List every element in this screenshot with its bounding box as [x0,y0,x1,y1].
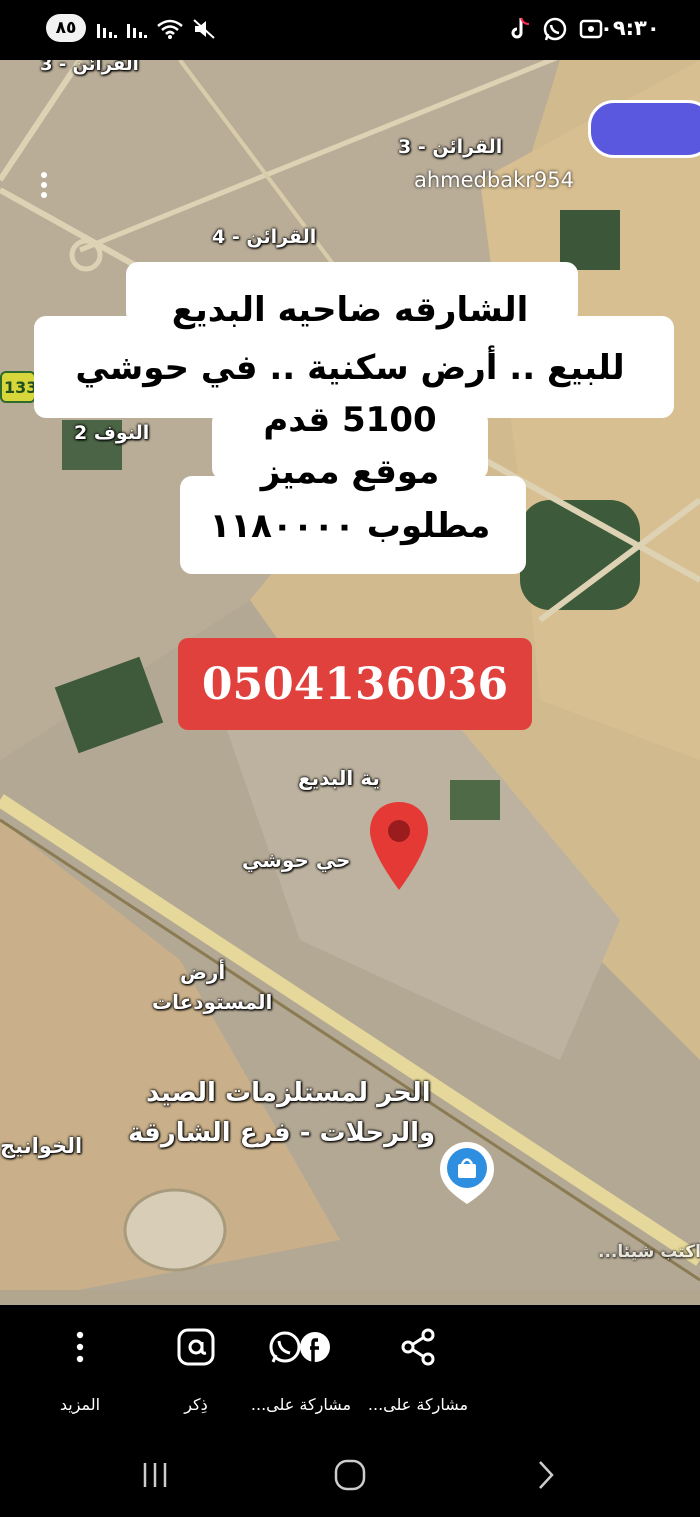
recent-apps-icon [143,1463,167,1487]
location-pin-icon [370,802,428,890]
shopping-bag-pin-icon [440,1142,494,1204]
share-label: مشاركة على... [367,1395,469,1414]
status-icons-left [96,14,216,44]
whatsapp-icon [543,17,567,41]
whatsapp-facebook-icon [269,1331,330,1363]
headline-line-1: الشارقه ضاحيه البديع [171,290,529,330]
headline-line-5: مطلوب ١١٨٠٠٠٠ [209,506,491,546]
home-button[interactable] [325,1455,375,1495]
more-vertical-icon [76,1331,84,1363]
more-vertical-icon[interactable] [34,170,54,200]
status-bar: ٨٥ ٠٩:٣٠ [0,0,700,60]
phone-number-badge: 0504136036 [178,638,532,730]
signal-icon [97,24,117,38]
profile-bubble [588,100,700,158]
post-action-bar: المزيد ذِكر مشاركة على... مشاركة على... [0,1305,700,1435]
battery-indicator: ٨٥ [46,14,86,42]
map-label-shop-line1: الحر لمستلزمات الصيد [146,1078,431,1108]
map-label-khawaneej: الخوانيج [0,1134,83,1158]
headline-line-4: موقع مميز [260,452,440,492]
map-label-qarain4: القرائن - 4 [212,226,317,248]
wifi-icon [157,19,183,39]
map-label-badie: ية البديع [298,766,380,790]
mention-icon [177,1328,215,1366]
headline-line-2: للبيع .. أرض سكنية .. في حوشي [75,348,625,388]
map-label-ard: أرض [180,960,226,984]
tiktok-icon [511,17,530,39]
mute-icon [193,19,215,39]
post-image[interactable]: القرائن - 3 القرائن - 3 القرائن - 4 النو… [0,60,700,1305]
share-icon [401,1328,435,1366]
map-label-warehouses: المستودعات [152,990,273,1014]
system-nav-bar [0,1435,700,1517]
back-button[interactable] [520,1455,570,1495]
signal-icon [127,24,147,38]
map-label-qarain3: القرائن - 3 [398,136,503,158]
recent-apps-button[interactable] [130,1455,180,1495]
map-label-hoshi: حي حوشي [242,848,351,872]
map-label-shop-line2: والرحلات - فرع الشارقة [128,1118,436,1148]
status-clock: ٠٩:٣٠ [600,16,660,40]
map-label-write-something: اكتب شيئا... [598,1242,700,1262]
home-icon [334,1459,366,1491]
headline-line-3: 5100 قدم [263,400,437,440]
watermark-username: ahmedbakr954 [414,168,574,192]
share-button[interactable]: مشاركة على... [343,1323,493,1414]
back-icon [539,1461,554,1489]
map-label-qarain3-top: القرائن - 3 [40,60,139,75]
status-icons-right [508,14,604,44]
